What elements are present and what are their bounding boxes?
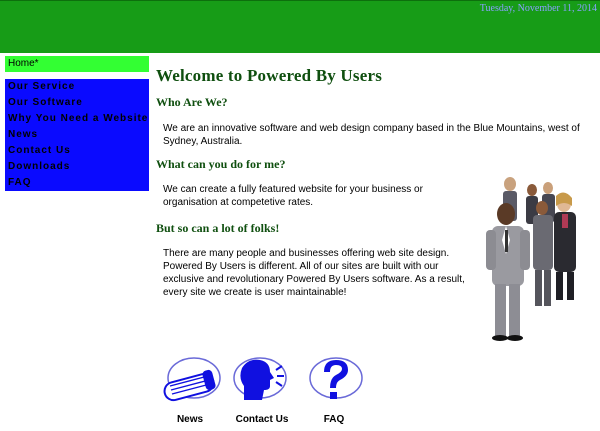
section-text-so-can-folks: There are many people and businesses off… [163, 248, 465, 298]
nav-item-home[interactable]: Home* [5, 56, 149, 72]
faq-link[interactable]: FAQ [302, 356, 366, 425]
business-people-photo [486, 177, 576, 341]
section-text-what-can-you-do: We can create a fully featured website f… [163, 184, 423, 208]
nav-item-our-software[interactable]: Our Software [5, 95, 149, 111]
news-link[interactable]: News [158, 356, 222, 425]
footer-icon-links: News Contact Us FAQ [158, 356, 368, 431]
section-heading-who-are-we: Who Are We? [156, 95, 228, 109]
current-date: Tuesday, November 11, 2014 [479, 3, 597, 14]
nav-item-our-service[interactable]: Our Service [5, 79, 149, 95]
nav-item-news[interactable]: News [5, 127, 149, 143]
nav-item-contact-us[interactable]: Contact Us [5, 143, 149, 159]
sidebar-nav: Home* Our Service Our Software Why You N… [5, 56, 149, 191]
contact-us-label: Contact Us [235, 414, 289, 425]
section-text-who-are-we: We are an innovative software and web de… [163, 123, 580, 147]
nav-item-why-you-need-a-website[interactable]: Why You Need a Website [5, 111, 149, 127]
question-mark-icon [309, 357, 363, 399]
contact-us-link[interactable]: Contact Us [230, 356, 294, 425]
nav-item-faq[interactable]: FAQ [5, 175, 149, 191]
newspaper-icon [163, 357, 221, 402]
speaking-head-icon [233, 357, 287, 400]
nav-item-downloads[interactable]: Downloads [5, 159, 149, 175]
header-bar: Tuesday, November 11, 2014 [0, 0, 600, 53]
news-label: News [176, 414, 204, 425]
section-heading-what-can-you-do: What can you do for me? [156, 157, 286, 171]
faq-label: FAQ [323, 414, 345, 425]
page-title: Welcome to Powered By Users [156, 66, 383, 85]
